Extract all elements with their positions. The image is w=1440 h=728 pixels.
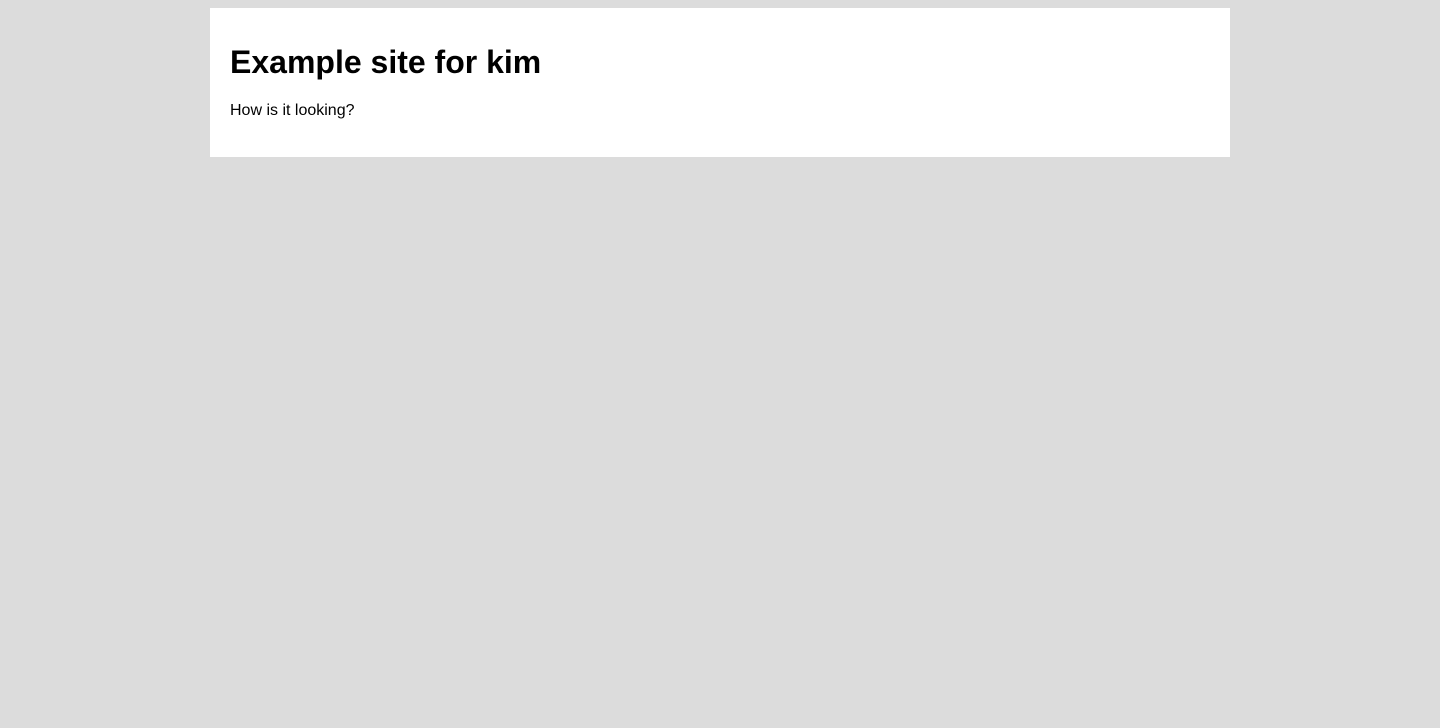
content-card: Example site for kim How is it looking?	[210, 8, 1230, 157]
page-body-text: How is it looking?	[230, 102, 355, 119]
page-title: Example site for kim	[230, 44, 542, 80]
